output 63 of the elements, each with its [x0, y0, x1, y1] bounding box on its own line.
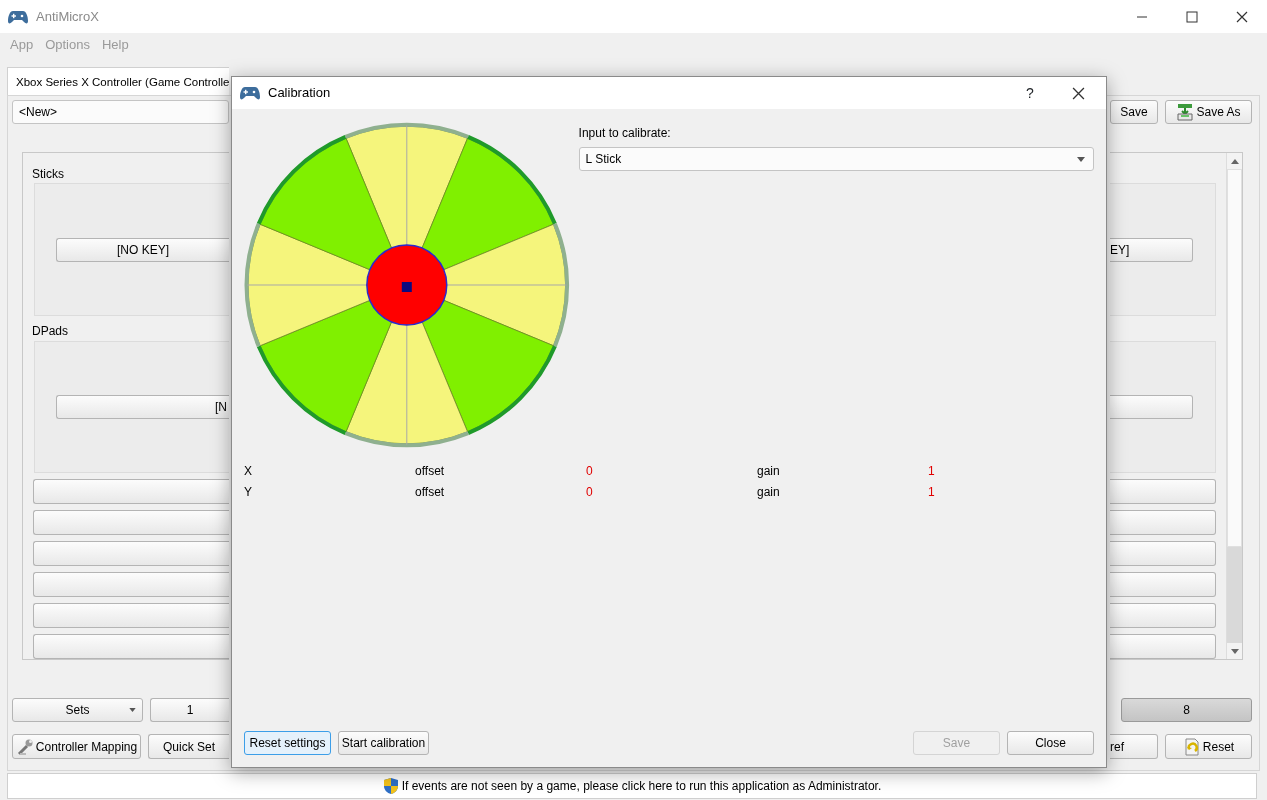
reset-button[interactable]: Reset — [1165, 734, 1252, 759]
offset-label: offset — [415, 485, 445, 499]
gain-label: gain — [757, 464, 780, 478]
set-button[interactable]: 1 — [150, 698, 229, 722]
blank-button[interactable] — [33, 634, 229, 659]
gamepad-icon — [8, 8, 28, 25]
gain-label: gain — [757, 485, 780, 499]
blank-button[interactable] — [1110, 541, 1216, 566]
save-as-button[interactable]: Save As — [1165, 100, 1252, 124]
scroll-up-button[interactable] — [1227, 153, 1242, 169]
save-icon — [1176, 103, 1195, 121]
blank-button[interactable] — [33, 572, 229, 597]
dialog-button[interactable]: Start calibration — [338, 731, 429, 755]
key-button[interactable] — [1110, 395, 1193, 419]
key-button[interactable]: [N — [56, 395, 229, 419]
help-button[interactable]: ? — [1020, 82, 1040, 104]
shield-icon — [382, 777, 399, 795]
input-label: Input to calibrate: — [578, 125, 672, 142]
quick-set-button[interactable]: Quick Set — [148, 734, 229, 759]
blank-button[interactable] — [1110, 479, 1216, 504]
blank-button[interactable] — [1110, 634, 1216, 659]
offset-value: 0 — [586, 485, 593, 499]
profile-dropdown[interactable]: <New> — [12, 100, 229, 124]
blank-button[interactable] — [33, 603, 229, 628]
controller-mapping-button[interactable]: Controller Mapping — [12, 734, 141, 759]
dialog-title: Calibration — [268, 84, 331, 103]
gain-value: 1 — [928, 464, 935, 478]
blank-button[interactable] — [1110, 510, 1216, 535]
gain-value: 1 — [928, 485, 935, 499]
section-label: Sticks — [32, 166, 65, 179]
blank-button[interactable] — [33, 479, 229, 504]
arrow-up-icon — [1230, 158, 1239, 164]
scrollbar-thumb[interactable] — [1227, 169, 1242, 547]
key-button[interactable]: [NO KEY] — [56, 237, 229, 262]
sets-dropdown[interactable]: Sets — [12, 698, 143, 722]
offset-label: offset — [415, 464, 445, 478]
close-icon — [1236, 10, 1248, 23]
dialog-button[interactable]: Reset settings — [244, 731, 331, 755]
preferences-button[interactable]: ref — [1110, 734, 1158, 759]
arrow-down-icon — [1230, 648, 1239, 654]
wrench-icon — [15, 737, 34, 756]
blank-button[interactable] — [33, 541, 229, 566]
scroll-down-button[interactable] — [1227, 643, 1242, 659]
caret-icon — [129, 708, 136, 712]
controller-tab[interactable]: Xbox Series X Controller (Game Controlle — [7, 67, 229, 95]
offset-value: 0 — [586, 464, 593, 478]
gamepad-icon — [240, 85, 260, 101]
input-dropdown[interactable]: L Stick — [578, 147, 1094, 171]
blank-button[interactable] — [1110, 603, 1216, 628]
dialog-button[interactable]: Close — [1007, 731, 1094, 755]
save-button[interactable]: Save — [1110, 100, 1158, 124]
maximize-icon — [1186, 10, 1198, 23]
axis-label: Y — [244, 485, 252, 499]
axis-label: X — [244, 464, 252, 478]
caret-icon — [1077, 156, 1085, 162]
key-button[interactable]: EY] — [1110, 237, 1193, 262]
section-label: DPads — [32, 323, 70, 336]
close-icon — [1071, 86, 1085, 100]
blank-button[interactable] — [1110, 572, 1216, 597]
blank-button[interactable] — [33, 510, 229, 535]
set-button[interactable]: 8 — [1121, 698, 1252, 722]
window-title: AntiMicroX — [36, 7, 99, 26]
refresh-document-icon — [1182, 737, 1201, 756]
